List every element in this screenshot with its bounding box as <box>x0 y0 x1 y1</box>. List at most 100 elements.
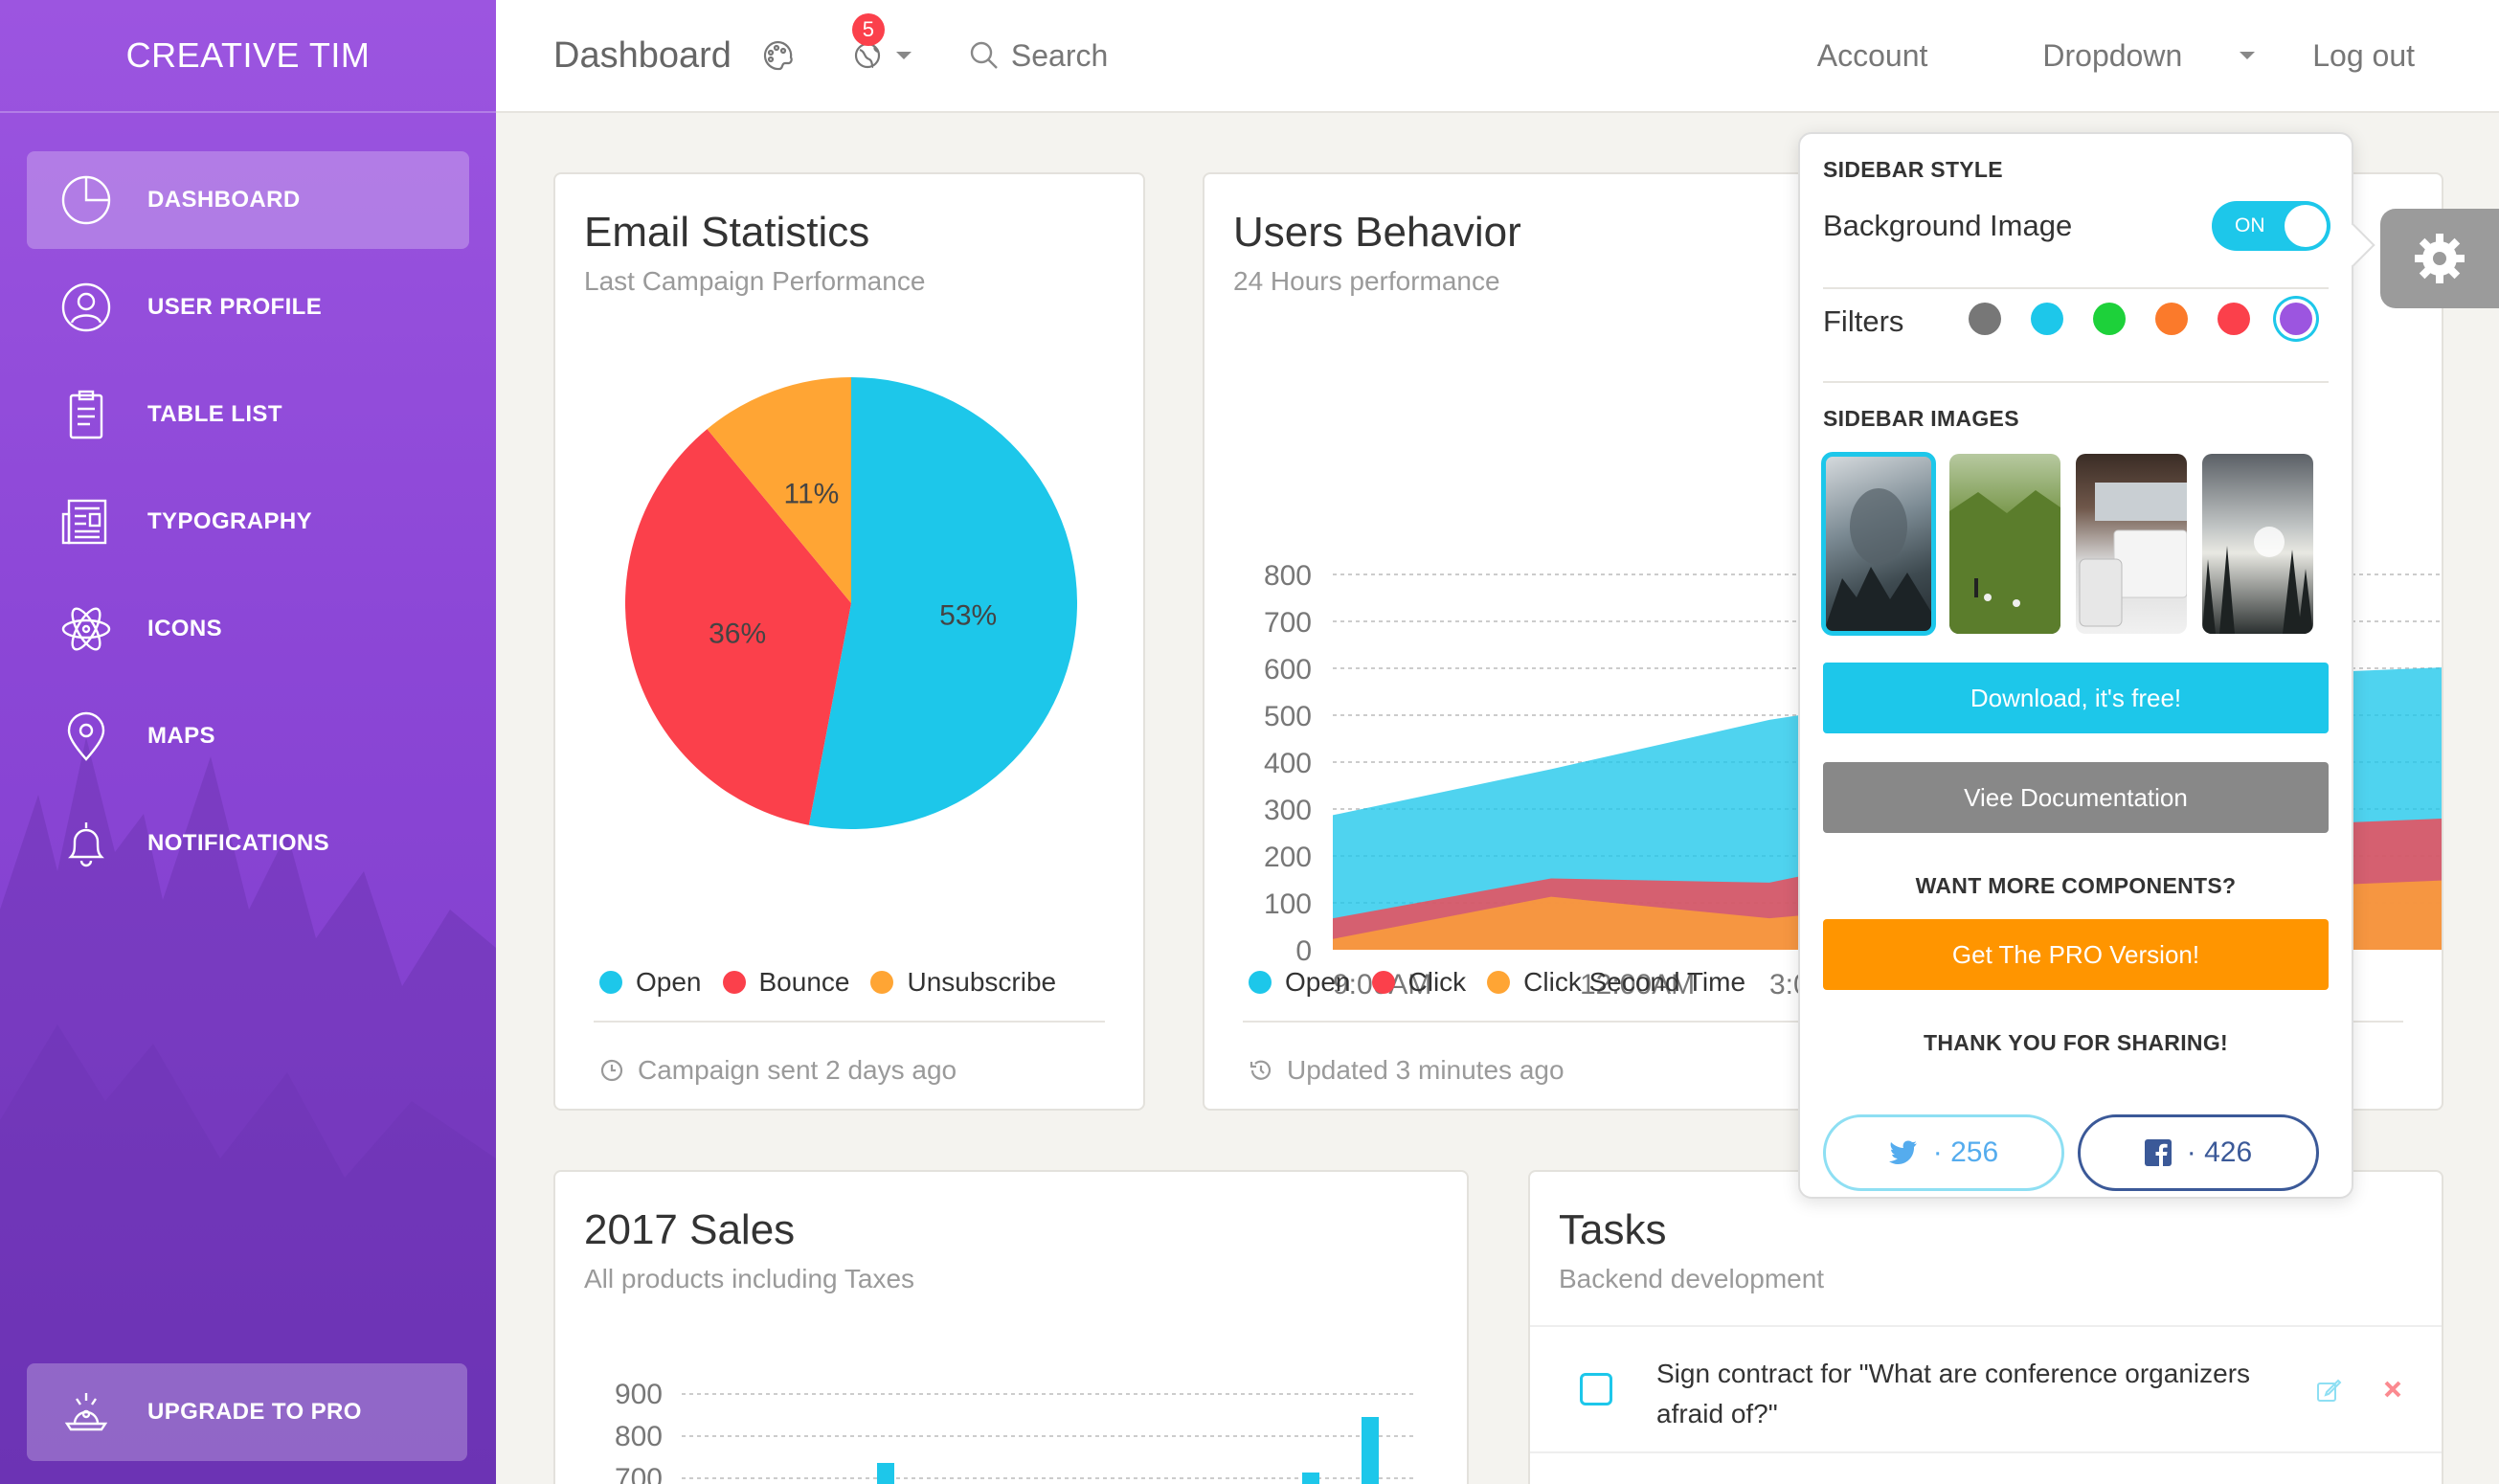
card-subtitle: All products including Taxes <box>584 1264 915 1293</box>
card-subtitle: Backend development <box>1559 1264 1825 1293</box>
sidebar-style-heading: SIDEBAR STYLE <box>1823 157 2003 182</box>
page-title[interactable]: Dashboard <box>553 35 732 77</box>
twitter-share-button[interactable]: · 256 <box>1823 1114 2064 1191</box>
card-title: 2017 Sales <box>584 1206 796 1253</box>
legend-item-click-second-time: Click Second Time <box>1487 967 1745 998</box>
edit-icon[interactable] <box>2315 1377 2342 1404</box>
search-label: Search <box>1010 37 1109 73</box>
filter-color-swatch[interactable] <box>1969 303 2001 335</box>
legend-label: Click <box>1407 967 1467 997</box>
search-link[interactable]: Search <box>969 38 1108 74</box>
twitter-count: · 256 <box>1932 1136 1999 1168</box>
sidebar-image-keyboard[interactable] <box>2076 454 2187 634</box>
facebook-icon <box>2144 1139 2172 1166</box>
settings-dropdown: SIDEBAR STYLE Background Image ON Filter… <box>1798 132 2375 1199</box>
sidebar-item-label: MAPS <box>147 723 215 749</box>
sidebar-item-maps[interactable]: MAPS <box>27 687 469 785</box>
forest-picture <box>2202 527 2313 634</box>
filter-swatches <box>1969 303 2312 335</box>
close-icon[interactable] <box>2382 1379 2403 1400</box>
facebook-count: · 426 <box>2186 1136 2253 1168</box>
get-pro-button[interactable]: Get The PRO Version! <box>1823 919 2329 990</box>
palette-icon[interactable] <box>760 38 795 73</box>
legend-item-click: Click <box>1371 967 1467 998</box>
atom-icon <box>59 602 113 656</box>
legend-item-open: Open <box>1249 967 1351 998</box>
sidebar-item-notifications[interactable]: NOTIFICATIONS <box>27 795 469 892</box>
legend-dot <box>870 971 894 994</box>
user-icon <box>59 281 113 334</box>
divider <box>1823 287 2329 289</box>
filters-label: Filters <box>1823 304 1904 338</box>
dropdown-toggle[interactable]: Dropdown <box>1985 38 2256 74</box>
sidebar-item-user-profile[interactable]: USER PROFILE <box>27 259 469 356</box>
card-title: Users Behavior <box>1233 209 1521 256</box>
filter-color-swatch[interactable] <box>2280 303 2312 335</box>
sidebar-item-label: DASHBOARD <box>147 187 301 213</box>
legend-item-unsubscribe: Unsubscribe <box>870 967 1056 998</box>
upgrade-to-pro-button[interactable]: UPGRADE TO PRO <box>27 1363 467 1461</box>
y-tick-label: 800 <box>1264 560 1312 592</box>
portrait-picture <box>1823 488 1934 634</box>
toggle-label: ON <box>2235 214 2265 236</box>
pie-chart: 53% 36% 11% <box>624 377 1077 829</box>
legend-label: Open <box>1285 967 1351 997</box>
y-tick-label: 500 <box>1264 701 1312 732</box>
filter-color-swatch[interactable] <box>2031 303 2063 335</box>
upgrade-label: UPGRADE TO PRO <box>147 1399 362 1425</box>
y-tick-label: 100 <box>1264 888 1312 920</box>
legend-item-open: Open <box>599 967 702 998</box>
clipboard-icon <box>59 388 113 441</box>
bell-icon <box>59 817 113 870</box>
sidebar-image-portrait[interactable] <box>1821 452 1936 636</box>
thank-you-heading: THANK YOU FOR SHARING! <box>1924 1030 2228 1055</box>
sidebar-item-label: USER PROFILE <box>147 294 323 320</box>
top-navbar: Dashboard 5 Search Account Dropdown Log … <box>496 0 2499 113</box>
sidebar-image-meadow[interactable] <box>1949 454 2060 634</box>
sidebar-nav: DASHBOARD USER PROFILE TABLE LIST TYPOGR… <box>0 113 496 892</box>
sidebar-item-table-list[interactable]: TABLE LIST <box>27 366 469 463</box>
pie-slice-label: 36% <box>709 618 766 650</box>
legend-label: Unsubscribe <box>907 967 1057 997</box>
y-tick-label: 200 <box>1264 842 1312 873</box>
legend-dot <box>1249 971 1272 994</box>
notifications-dropdown[interactable]: 5 <box>851 13 912 73</box>
divider <box>594 1021 1105 1023</box>
tasks-card: Tasks Backend development Sign contract … <box>1528 1170 2443 1484</box>
sidebar-item-icons[interactable]: ICONS <box>27 580 469 678</box>
account-link[interactable]: Account <box>1817 38 1928 74</box>
rocket-icon <box>64 1393 108 1431</box>
y-tick-label: 900 <box>615 1379 663 1410</box>
documentation-button[interactable]: Viee Documentation <box>1823 762 2329 833</box>
sidebar: CREATIVE TIM DASHBOARD USER PROFILE TABL… <box>0 0 496 1484</box>
sidebar-item-typography[interactable]: TYPOGRAPHY <box>27 473 469 571</box>
download-button[interactable]: Download, it's free! <box>1823 663 2329 733</box>
sidebar-images-heading: SIDEBAR IMAGES <box>1823 406 2019 431</box>
news-icon <box>59 495 113 549</box>
sidebar-image-forest[interactable] <box>2202 454 2313 634</box>
bar-chart: 900 800 700 <box>615 1379 1417 1484</box>
card-title: Email Statistics <box>584 209 870 256</box>
logout-link[interactable]: Log out <box>2312 38 2415 74</box>
task-checkbox[interactable] <box>1580 1373 1612 1405</box>
background-image-label: Background Image <box>1823 209 2073 242</box>
background-image-toggle[interactable]: ON <box>2212 201 2330 251</box>
settings-toggle-button[interactable] <box>2380 209 2499 308</box>
chart-legend: Open Bounce Unsubscribe <box>599 967 1077 998</box>
legend-dot <box>1371 971 1395 994</box>
sidebar-item-label: TABLE LIST <box>147 401 282 427</box>
sales-card: 2017 Sales All products including Taxes … <box>553 1170 1469 1484</box>
filter-color-swatch[interactable] <box>2155 303 2188 335</box>
brand-logo[interactable]: CREATIVE TIM <box>0 0 496 113</box>
legend-dot <box>599 971 622 994</box>
filter-color-swatch[interactable] <box>2093 303 2126 335</box>
sidebar-item-dashboard[interactable]: DASHBOARD <box>27 151 469 249</box>
meadow-picture <box>1949 490 2060 634</box>
bar <box>1362 1417 1379 1484</box>
filter-color-swatch[interactable] <box>2218 303 2250 335</box>
footer-text: Campaign sent 2 days ago <box>638 1055 957 1085</box>
map-pin-icon <box>59 709 113 763</box>
facebook-share-button[interactable]: · 426 <box>2078 1114 2319 1191</box>
chart-legend: Open Click Click Second Time <box>1249 967 1767 998</box>
keyboard-picture <box>2079 483 2187 627</box>
